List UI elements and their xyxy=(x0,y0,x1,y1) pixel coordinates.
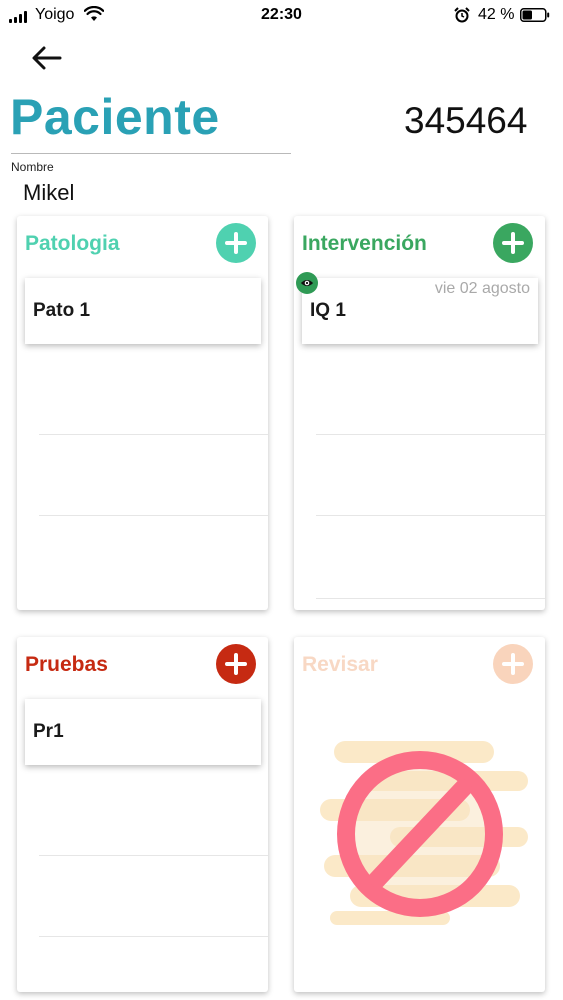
list-item[interactable]: Pr1 xyxy=(25,699,261,765)
row-divider xyxy=(316,434,545,435)
plus-icon xyxy=(225,232,247,254)
eye-icon[interactable] xyxy=(296,272,318,294)
add-intervencion-button[interactable] xyxy=(493,223,533,263)
row-divider xyxy=(39,855,268,856)
name-label: Nombre xyxy=(11,160,54,174)
panel-title: Patologia xyxy=(25,232,120,255)
panel-intervencion: Intervención vie 02 agosto IQ 1 xyxy=(294,216,545,610)
row-divider xyxy=(39,936,268,937)
list-item[interactable]: Pato 1 xyxy=(25,278,261,344)
row-divider xyxy=(39,515,268,516)
row-divider xyxy=(316,598,545,599)
battery-percentage: 42 % xyxy=(478,6,515,23)
item-label: Pato 1 xyxy=(33,300,91,321)
plus-icon xyxy=(502,653,524,675)
panel-title: Pruebas xyxy=(25,653,108,676)
name-value[interactable]: Mikel xyxy=(23,180,74,206)
item-label: IQ 1 xyxy=(310,300,346,321)
arrow-left-icon[interactable] xyxy=(30,44,64,72)
title-divider xyxy=(11,153,291,154)
row-divider xyxy=(316,515,545,516)
item-label: Pr1 xyxy=(33,721,64,742)
panel-title: Intervención xyxy=(302,232,427,255)
panel-pruebas: Pruebas Pr1 xyxy=(17,637,268,992)
panel-title: Revisar xyxy=(302,653,378,676)
add-patologia-button[interactable] xyxy=(216,223,256,263)
item-date: vie 02 agosto xyxy=(434,280,530,297)
page-title: Paciente xyxy=(10,89,220,145)
row-divider xyxy=(39,434,268,435)
forbidden-icon xyxy=(320,741,528,925)
battery-icon xyxy=(520,8,550,22)
patient-id: 345464 xyxy=(404,100,528,141)
plus-icon xyxy=(502,232,524,254)
plus-icon xyxy=(225,653,247,675)
add-pruebas-button[interactable] xyxy=(216,644,256,684)
alarm-icon xyxy=(454,7,470,23)
panel-patologia: Patologia Pato 1 xyxy=(17,216,268,610)
add-revisar-button[interactable] xyxy=(493,644,533,684)
list-item[interactable]: vie 02 agosto IQ 1 xyxy=(296,272,538,344)
status-bar: Yoigo 22:30 42 % xyxy=(0,0,563,30)
